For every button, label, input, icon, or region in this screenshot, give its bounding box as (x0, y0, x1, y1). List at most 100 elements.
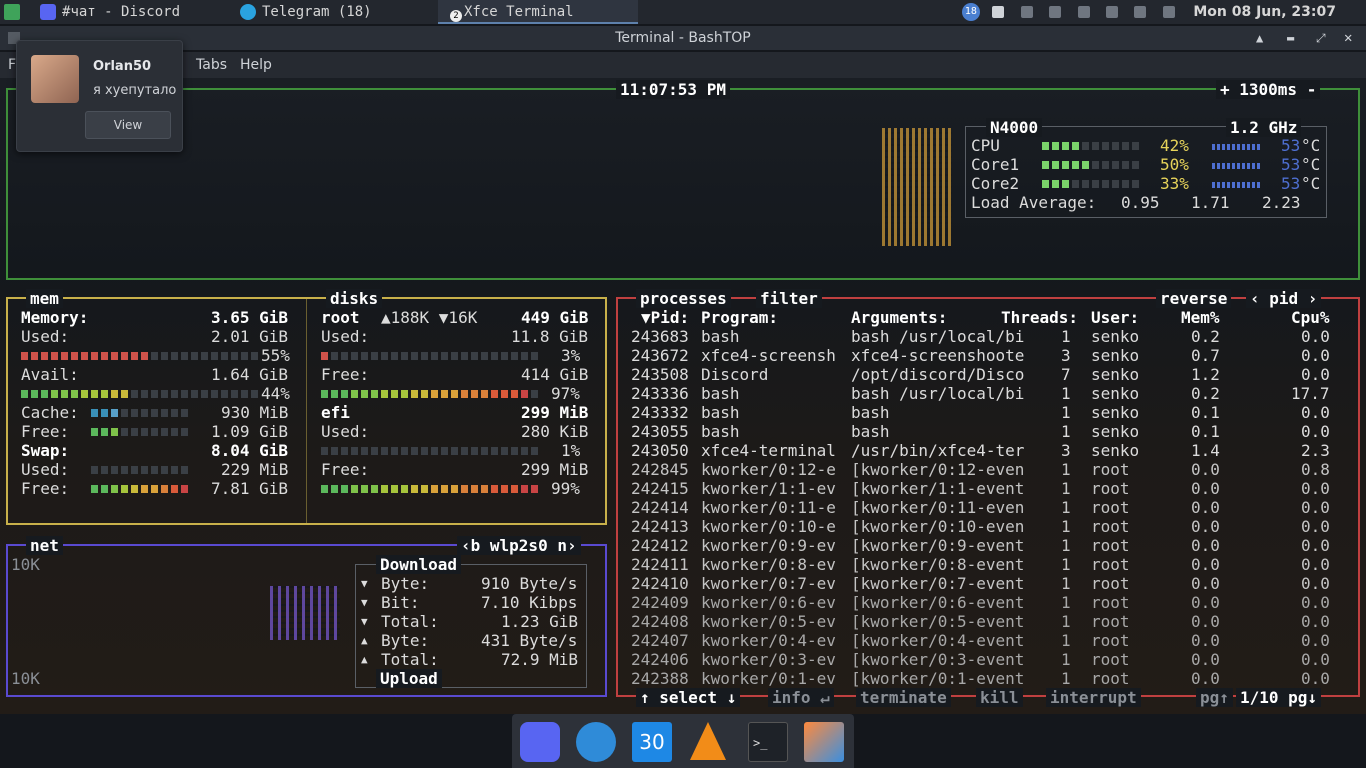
net-arrow: ▲ (361, 634, 368, 647)
wifi-icon[interactable] (1077, 6, 1090, 18)
cpu-temp-unit: °C (1301, 136, 1321, 155)
paperclip-icon[interactable] (1134, 6, 1147, 18)
core2-meter (1042, 180, 1142, 188)
disk-root-free-label: Free: (321, 365, 370, 384)
cell-threads: 1 (1061, 403, 1071, 422)
cell-args: [kworker/0:4-event (851, 631, 1025, 650)
cell-cpu: 0.0 (1301, 612, 1330, 631)
net-row-label: Total: (381, 612, 439, 631)
top-taskbar: #чат - Discord Telegram (18) 2 Xfce Term… (0, 0, 1366, 24)
proc-interrupt[interactable]: interrupt (1046, 688, 1141, 707)
disk-efi-used-pct: 1% (561, 441, 581, 460)
net-scale-top: 10K (11, 555, 40, 574)
proc-sort[interactable]: ‹ pid › (1246, 289, 1322, 308)
col-mem[interactable]: Mem% (1181, 308, 1220, 327)
proc-info[interactable]: info ↵ (768, 688, 834, 707)
cell-pid: 242411 (631, 555, 689, 574)
cell-args: [kworker/0:12-even (851, 460, 1025, 479)
disk-efi-total: 299 MiB (521, 403, 589, 422)
task-terminal-badge: 2 (450, 10, 462, 22)
proc-page-up[interactable]: pg↑ (1196, 688, 1233, 707)
calendar-dock-icon[interactable]: 30 (632, 722, 672, 762)
disk-root-used-value: 11.8 GiB (511, 327, 589, 346)
core1-temp-graph (1212, 163, 1262, 169)
cell-mem: 0.0 (1191, 669, 1220, 688)
avatar (31, 55, 79, 103)
menu-tabs[interactable]: Tabs (196, 52, 227, 78)
volume-icon[interactable] (1162, 6, 1175, 18)
cell-user: root (1091, 669, 1130, 688)
disk-efi-free-value: 299 MiB (521, 460, 589, 479)
browser-dock-icon[interactable] (576, 722, 616, 762)
cell-mem: 0.0 (1191, 517, 1220, 536)
net-arrow: ▲ (361, 653, 368, 666)
cpu-pct: 42% (1160, 136, 1189, 155)
mem-free-value: 1.09 GiB (211, 422, 289, 441)
cell-user: root (1091, 460, 1130, 479)
view-button[interactable]: View (85, 111, 171, 139)
shield-icon[interactable] (1106, 6, 1119, 18)
discord-dock-icon[interactable] (520, 722, 560, 762)
update-interval[interactable]: + 1300ms - (1216, 80, 1321, 99)
task-discord[interactable]: #чат - Discord (40, 0, 228, 24)
cell-threads: 1 (1061, 422, 1071, 441)
terminal-dock-icon[interactable]: >_ (748, 722, 788, 762)
net-scale-bottom: 10K (11, 669, 40, 688)
image-viewer-dock-icon[interactable] (804, 722, 844, 762)
menu-help[interactable]: Help (240, 52, 272, 78)
whisker-menu-icon[interactable] (4, 4, 20, 20)
cell-user: root (1091, 479, 1130, 498)
close-button[interactable]: ✕ (1344, 26, 1352, 50)
proc-select[interactable]: ↑ select ↓ (636, 688, 741, 707)
task-telegram[interactable]: Telegram (18) (240, 0, 430, 24)
core2-label: Core2 (971, 174, 1020, 193)
cell-cpu: 0.0 (1301, 422, 1330, 441)
proc-filter[interactable]: filter (756, 289, 822, 308)
minimize-button[interactable]: ▬ (1287, 26, 1294, 50)
terminal-area[interactable]: 11:07:53 PM + 1300ms - N4000 1.2 GHz CPU… (0, 78, 1366, 714)
task-terminal[interactable]: 2 Xfce Terminal (438, 0, 638, 24)
cell-mem: 0.1 (1191, 403, 1220, 422)
message-notification[interactable]: Orlan50 я хуепутало View (16, 40, 183, 152)
col-pid[interactable]: ▼Pid: (641, 308, 689, 327)
load-15: 2.23 (1262, 193, 1301, 212)
cell-user: root (1091, 574, 1130, 593)
net-row-value: 72.9 MiB (501, 650, 579, 669)
swap-label: Swap: (21, 441, 70, 460)
clock[interactable]: Mon 08 Jun, 23:07 (1193, 4, 1336, 20)
proc-page[interactable]: 1/10 pg↓ (1236, 688, 1322, 707)
system-tray: 18 Mon 08 Jun, 23:07 (961, 0, 1366, 24)
disk-root-free-meter (321, 390, 541, 398)
discord-tray-icon[interactable] (992, 6, 1005, 18)
col-threads[interactable]: Threads: (1001, 308, 1078, 327)
col-program[interactable]: Program: (701, 308, 778, 327)
proc-terminate[interactable]: terminate (856, 688, 951, 707)
vlc-dock-icon[interactable] (690, 722, 726, 760)
cell-mem: 0.0 (1191, 460, 1220, 479)
shade-button[interactable]: ▲ (1256, 26, 1263, 50)
core1-meter (1042, 161, 1142, 169)
swap-total: 8.04 GiB (211, 441, 289, 460)
cell-cpu: 0.0 (1301, 593, 1330, 612)
proc-reverse[interactable]: reverse (1156, 289, 1232, 308)
col-args[interactable]: Arguments: (851, 308, 947, 327)
cell-mem: 0.0 (1191, 536, 1220, 555)
notification-count-badge[interactable]: 18 (961, 3, 980, 21)
col-cpu[interactable]: Cpu% (1291, 308, 1330, 327)
proc-kill[interactable]: kill (976, 688, 1023, 707)
cell-program: kworker/0:6-ev (701, 593, 836, 612)
cell-pid: 243672 (631, 346, 689, 365)
clipboard-icon[interactable] (1049, 6, 1062, 18)
col-user[interactable]: User: (1091, 308, 1139, 327)
net-interface[interactable]: ‹b wlp2s0 n› (457, 536, 581, 555)
net-arrow: ▼ (361, 577, 368, 590)
cell-user: senko (1091, 441, 1140, 460)
maximize-button[interactable]: ⤢ (1316, 26, 1326, 50)
cell-program: kworker/1:1-ev (701, 479, 836, 498)
bluetooth-icon[interactable] (1020, 6, 1033, 18)
swap-used-label: Used: (21, 460, 70, 479)
cell-cpu: 0.0 (1301, 574, 1330, 593)
cell-program: kworker/0:10-e (701, 517, 836, 536)
mem-avail-meter (21, 390, 261, 398)
mem-free-label: Free: (21, 422, 70, 441)
